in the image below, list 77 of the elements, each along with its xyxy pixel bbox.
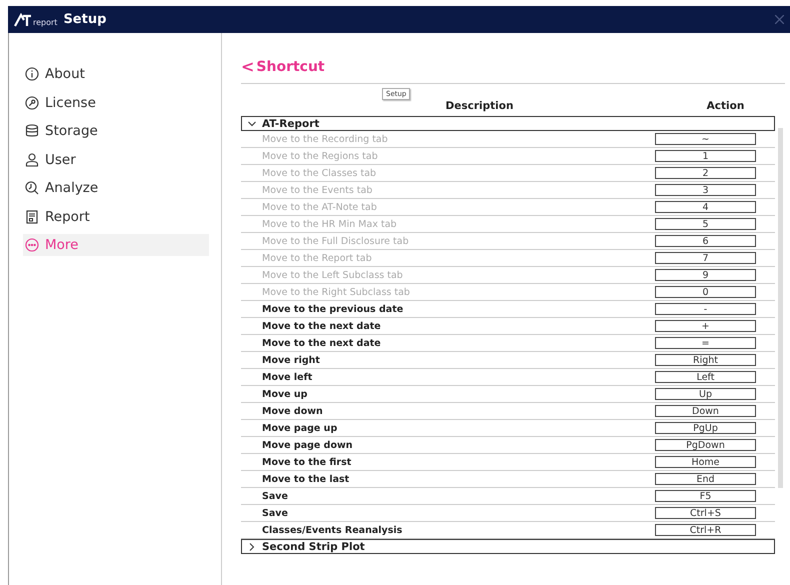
- sidebar-item[interactable]: Report: [23, 206, 209, 228]
- key-field[interactable]: Left: [655, 371, 756, 383]
- shortcut-description: Move to the next date: [261, 320, 382, 332]
- shortcut-description: Move to the HR Min Max tab: [261, 218, 398, 230]
- column-header: Description: [444, 100, 514, 114]
- shortcut-description: Move up: [261, 388, 308, 400]
- key-field: 4: [655, 201, 756, 213]
- document-icon: [25, 210, 39, 224]
- shortcut-description: Move to the last: [261, 474, 350, 484]
- key-field: 2: [655, 167, 756, 179]
- column-header: Action: [706, 100, 746, 114]
- shortcut-description: Move right: [261, 354, 321, 366]
- sidebar-item[interactable]: User: [23, 148, 209, 170]
- shortcut-description: Move to the Events tab: [261, 184, 374, 196]
- key-field: ~: [655, 133, 756, 145]
- key-field[interactable]: PgDown: [655, 439, 756, 451]
- key-field: 1: [655, 150, 756, 162]
- info-icon: [25, 67, 39, 81]
- key-field[interactable]: Ctrl+R: [655, 524, 756, 536]
- key-field[interactable]: Ctrl+S: [655, 507, 756, 519]
- key-field[interactable]: =: [655, 337, 756, 349]
- magnifier-icon: [25, 181, 39, 195]
- page-title: Shortcut: [256, 58, 325, 74]
- sidebar-item[interactable]: Storage: [23, 120, 209, 142]
- shortcut-description: Classes/Events Reanalysis: [261, 524, 404, 536]
- shortcut-description: Move to the previous date: [261, 304, 404, 314]
- back-button[interactable]: <: [241, 57, 254, 76]
- close-icon[interactable]: [775, 15, 784, 24]
- key-field: 3: [655, 184, 756, 196]
- key-field[interactable]: F5: [655, 490, 756, 502]
- shortcut-description: Move to the Regions tab: [261, 150, 379, 162]
- key-field: 0: [655, 286, 756, 298]
- shortcut-description: Move to the AT-Note tab: [261, 202, 378, 212]
- group-title: Second Strip Plot: [262, 540, 365, 552]
- chevron-icon: [248, 542, 256, 550]
- sidebar-item[interactable]: About: [23, 63, 209, 85]
- key-field: 5: [655, 218, 756, 230]
- more-icon: [25, 238, 39, 252]
- key-field[interactable]: End: [655, 473, 756, 485]
- logo-text: report: [33, 18, 58, 26]
- shortcut-description: Move to the next date: [261, 338, 382, 348]
- key-field[interactable]: PgUp: [655, 422, 756, 434]
- shortcut-description: Move left: [261, 372, 314, 382]
- shortcut-description: Move to the Recording tab: [261, 134, 389, 144]
- group-header[interactable]: Second Strip Plot: [241, 539, 775, 554]
- chevron-icon: [248, 120, 256, 128]
- group-header[interactable]: AT-Report: [241, 116, 775, 131]
- shortcut-description: Move to the Classes tab: [261, 168, 378, 178]
- shortcut-description: Move to the Report tab: [261, 252, 373, 264]
- key-field[interactable]: Up: [655, 388, 756, 400]
- key-field: 9: [655, 269, 756, 281]
- sidebar-item[interactable]: More: [23, 234, 209, 256]
- shortcut-description: Move to the Right Subclass tab: [261, 286, 411, 298]
- sidebar-item[interactable]: Analyze: [23, 177, 209, 199]
- key-field[interactable]: -: [655, 303, 756, 315]
- shortcut-description: Move to the Left Subclass tab: [261, 270, 404, 280]
- shortcut-description: Save: [261, 508, 289, 518]
- shortcut-description: Move to the Full Disclosure tab: [261, 236, 410, 246]
- key-field[interactable]: Down: [655, 405, 756, 417]
- shortcut-description: Move to the first: [261, 456, 352, 468]
- key-field: 7: [655, 252, 756, 264]
- scrollbar[interactable]: [778, 128, 783, 488]
- group-title: AT-Report: [262, 118, 320, 130]
- shortcut-description: Save: [261, 490, 289, 502]
- shortcut-description: Move page up: [261, 422, 338, 434]
- user-icon: [25, 152, 39, 166]
- logo-mark-icon: [14, 12, 32, 26]
- database-icon: [25, 124, 39, 138]
- window-title: Setup: [63, 12, 106, 27]
- key-field[interactable]: Home: [655, 456, 756, 468]
- shortcut-description: Move down: [261, 406, 324, 416]
- key-icon: [25, 96, 39, 110]
- key-field[interactable]: +: [655, 320, 756, 332]
- sidebar-item[interactable]: License: [23, 92, 209, 114]
- key-field[interactable]: Right: [655, 354, 756, 366]
- key-field: 6: [655, 235, 756, 247]
- shortcut-description: Move page down: [261, 440, 354, 450]
